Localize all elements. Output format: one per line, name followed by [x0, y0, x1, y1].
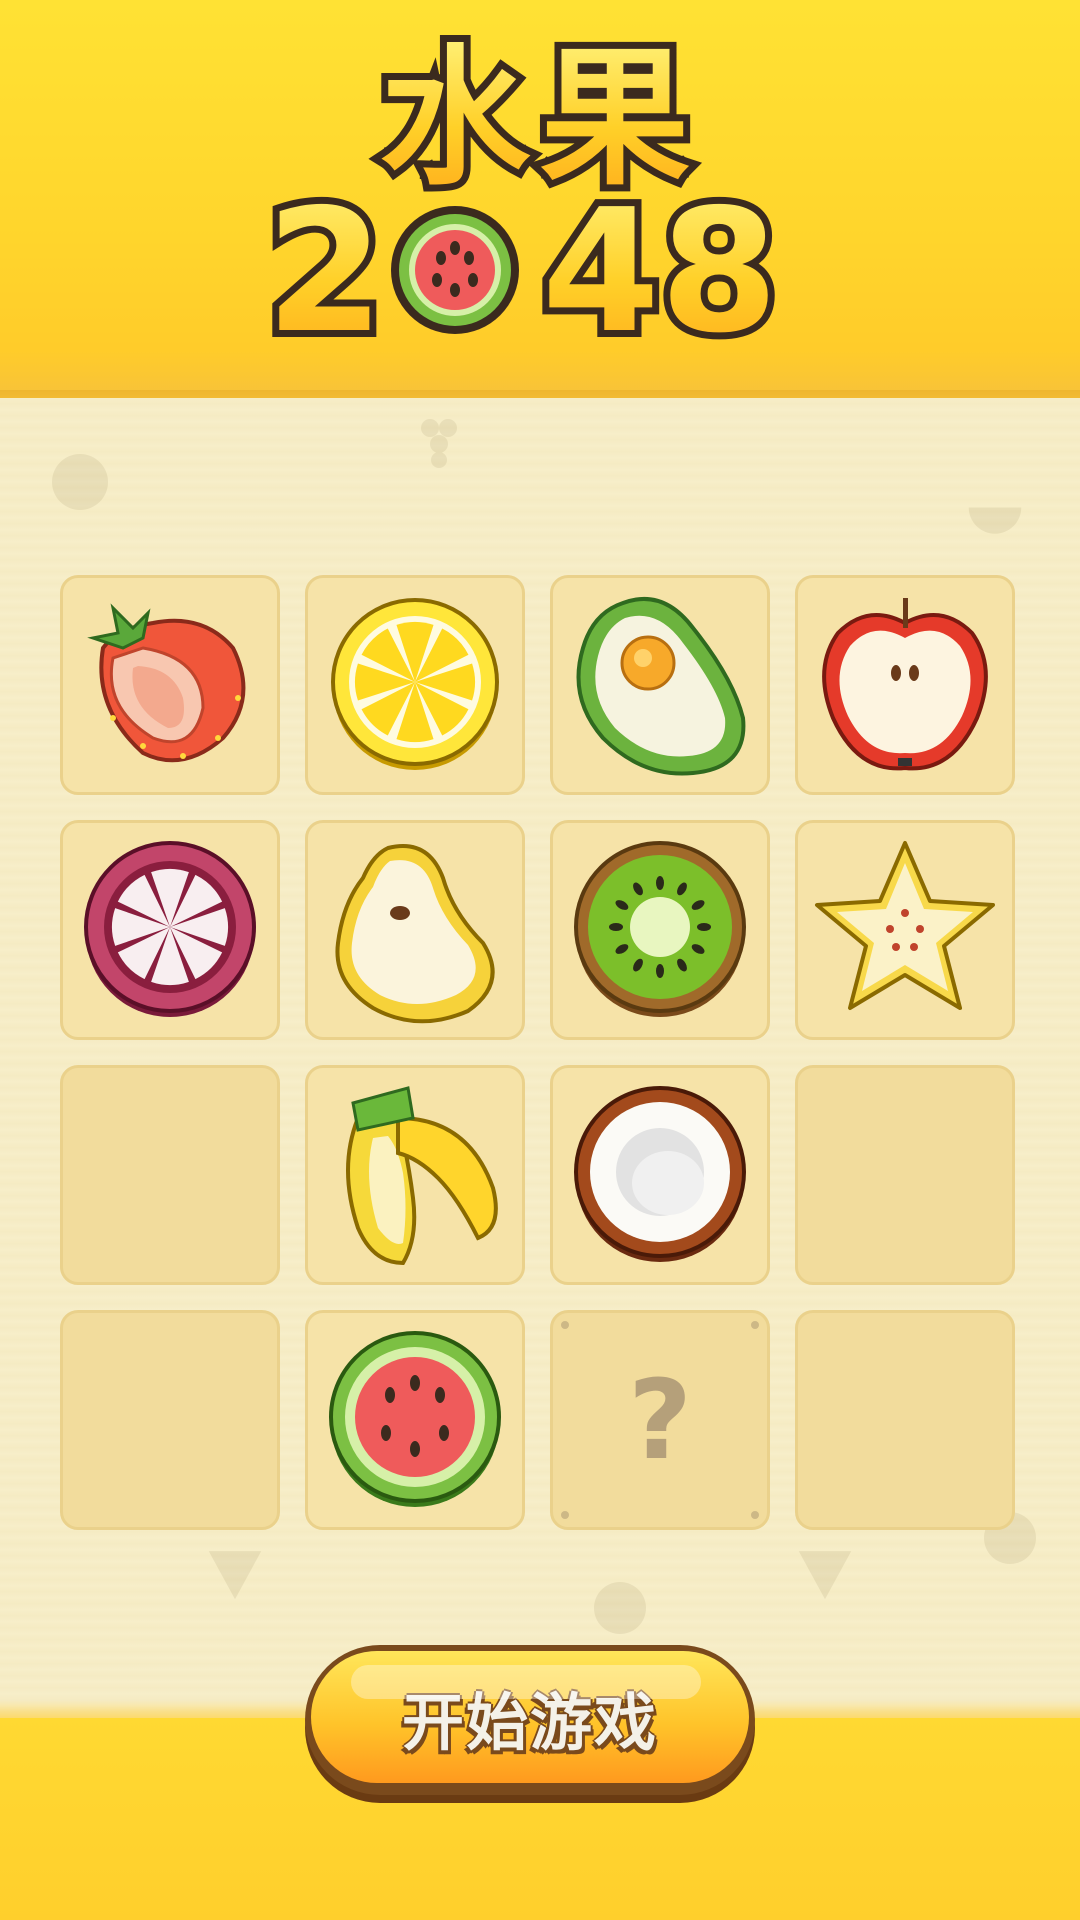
logo-digits-48: 48 [542, 173, 779, 370]
kiwi-icon [574, 841, 746, 1017]
start-game-button-face[interactable]: 开始游戏 [311, 1651, 749, 1783]
empty-tile[interactable] [60, 1065, 280, 1285]
starfruit-icon [815, 841, 995, 1010]
start-game-button[interactable]: 开始游戏 [305, 1645, 755, 1795]
fruit-tile-mangosteen[interactable] [60, 820, 280, 1040]
fruit-tile-coconut[interactable] [550, 1065, 770, 1285]
logo-watermelon-icon [391, 206, 519, 334]
game-logo: 水果 2 48 [259, 30, 785, 370]
empty-tile[interactable] [795, 1310, 1015, 1530]
button-gloss [351, 1665, 701, 1699]
rivet [561, 1321, 569, 1329]
coconut-icon [574, 1086, 746, 1262]
fruit-tile-kiwi[interactable] [550, 820, 770, 1040]
fruit-tile-lemon[interactable] [305, 575, 525, 795]
fruit-tile-avocado[interactable] [550, 575, 770, 795]
watermelon-icon [329, 1331, 501, 1507]
question-mark-icon: ? [628, 1356, 692, 1484]
rivet [751, 1321, 759, 1329]
fruit-tile-apple[interactable] [795, 575, 1015, 795]
fruit-tile-watermelon[interactable] [305, 1310, 525, 1530]
banana-icon [346, 1086, 498, 1266]
bg-melon-wedge-icon-2 [798, 1551, 852, 1600]
empty-tile[interactable] [60, 1310, 280, 1530]
locked-tile[interactable]: ? [550, 1310, 770, 1530]
bg-melon-wedge-icon [208, 1551, 262, 1600]
strawberry-icon [87, 603, 246, 763]
bg-grapes-icon [421, 419, 457, 468]
lemon-icon [331, 598, 499, 770]
fruit-tile-strawberry[interactable] [60, 575, 280, 795]
rivet [561, 1511, 569, 1519]
fruit-tile-pear[interactable] [305, 820, 525, 1040]
bg-apple-icon [52, 454, 108, 510]
mangosteen-icon [84, 841, 256, 1017]
empty-tile[interactable] [795, 1065, 1015, 1285]
bg-melon-slice-icon [968, 507, 1022, 534]
bg-fruit-icon [594, 1582, 646, 1634]
avocado-icon [576, 596, 746, 776]
fruit-tile-banana[interactable] [305, 1065, 525, 1285]
fruit-tile-starfruit[interactable] [795, 820, 1015, 1040]
apple-icon [822, 598, 988, 771]
logo-digit-2: 2 [266, 173, 384, 370]
rivet [751, 1511, 759, 1519]
pear-icon [335, 844, 495, 1024]
